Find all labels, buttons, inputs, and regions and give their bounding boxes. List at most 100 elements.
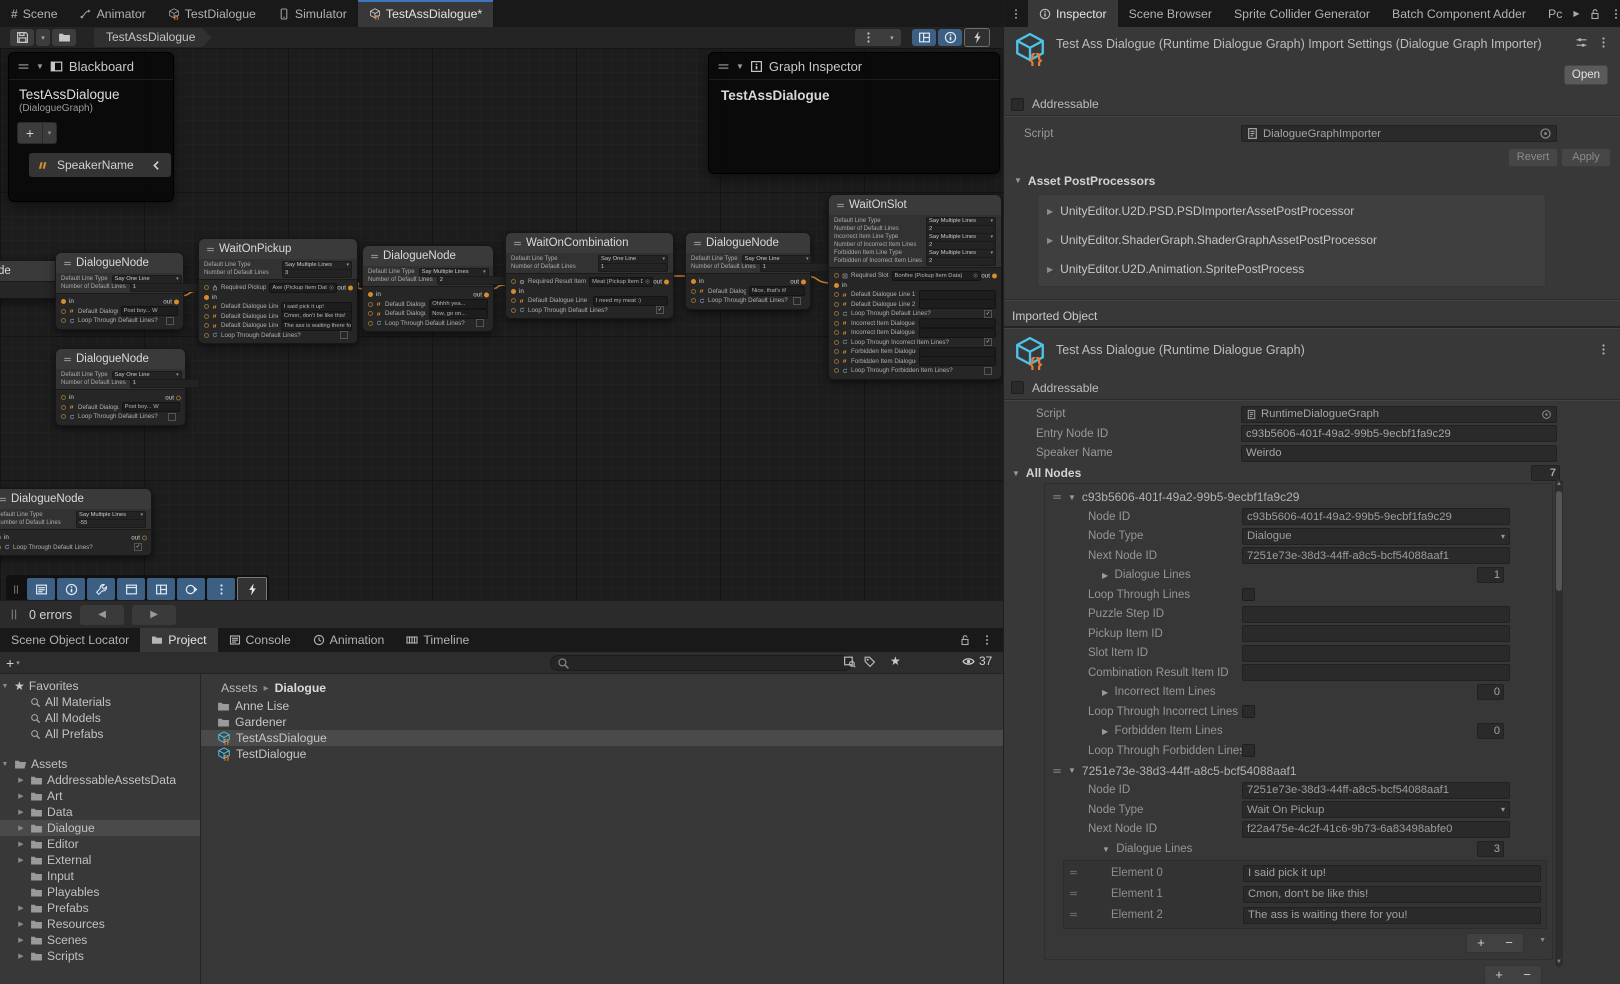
lock-icon[interactable] bbox=[959, 634, 971, 646]
port-icon[interactable] bbox=[204, 323, 209, 328]
editor-tab-simulator[interactable]: Simulator bbox=[267, 0, 358, 27]
node-title[interactable]: DialogueNode bbox=[363, 246, 493, 266]
port-icon[interactable] bbox=[61, 395, 66, 400]
port-icon[interactable] bbox=[204, 295, 209, 300]
toolbar-play-icon-button[interactable] bbox=[177, 578, 205, 600]
panel-tab-timeline[interactable]: Timeline bbox=[395, 628, 480, 652]
object-picker-icon[interactable] bbox=[1539, 127, 1552, 140]
node-object-field[interactable]: Bonfire (Pickup Item Data) bbox=[892, 271, 982, 281]
drag-handle-icon[interactable] bbox=[1052, 492, 1062, 502]
port-icon[interactable] bbox=[834, 302, 839, 307]
port-icon[interactable] bbox=[484, 292, 489, 297]
port-icon[interactable] bbox=[61, 405, 66, 410]
node-prop-field[interactable]: 1 bbox=[760, 263, 830, 272]
tree-item-scenes[interactable]: ▶Scenes bbox=[0, 932, 200, 948]
entry-foldout[interactable]: ▶ Forbidden Item Lines0 bbox=[1045, 722, 1552, 742]
port-icon[interactable] bbox=[0, 535, 1, 540]
node-title[interactable]: DialogueNode bbox=[0, 489, 151, 509]
resize-grip-icon[interactable]: ▼ bbox=[1539, 937, 1546, 944]
project-search-input[interactable] bbox=[550, 655, 852, 671]
object-picker-icon[interactable] bbox=[329, 285, 334, 290]
hidden-count-indicator[interactable]: 37 bbox=[962, 654, 992, 668]
lock-icon[interactable] bbox=[1589, 8, 1601, 20]
scroll-down-icon[interactable]: ▼ bbox=[1555, 959, 1563, 965]
foldout-arrow-icon[interactable]: ▶ bbox=[16, 792, 26, 800]
graph-node-dialoguenode[interactable]: DialogueNodeDefault Line TypeSay Multipl… bbox=[0, 488, 152, 556]
entry-checkbox[interactable] bbox=[1242, 744, 1255, 757]
inspector-scrollbar[interactable]: ▲ ▼ bbox=[1555, 479, 1563, 967]
graph-node-dialoguenode[interactable]: DialogueNodeDefault Line TypeSay Multipl… bbox=[362, 245, 494, 332]
drag-handle-icon[interactable] bbox=[1052, 766, 1062, 776]
postprocessors-foldout[interactable]: ▼ Asset PostProcessors bbox=[1004, 170, 1620, 192]
node-entry-header[interactable]: ▼7251e73e-38d3-44ff-a8c5-bcf54088aaf1 bbox=[1045, 761, 1552, 781]
port-icon[interactable] bbox=[61, 414, 66, 419]
element-field[interactable]: The ass is waiting there for you! bbox=[1243, 907, 1541, 924]
save-dropdown-button[interactable]: ▾ bbox=[36, 29, 50, 46]
blackboard-add-dropdown[interactable]: ▾ bbox=[43, 122, 57, 144]
add-node-button[interactable]: + bbox=[1495, 967, 1503, 982]
tree-item-dialogue[interactable]: ▶Dialogue bbox=[0, 820, 200, 836]
node-line-field[interactable]: I said pick it up! bbox=[281, 302, 352, 312]
graph-options-button[interactable]: ▾ bbox=[855, 29, 901, 46]
entry-field[interactable] bbox=[1242, 606, 1510, 623]
presets-icon[interactable] bbox=[1575, 36, 1588, 49]
entry-field[interactable] bbox=[1242, 625, 1510, 642]
graph-node-dialoguenode[interactable]: DialogueNodeDefault Line TypeSay One Lin… bbox=[55, 348, 186, 426]
entry-foldout[interactable]: ▶ Dialogue Lines1 bbox=[1045, 566, 1552, 586]
entry-count[interactable]: 0 bbox=[1477, 684, 1504, 700]
graph-node-waitoncombination[interactable]: WaitOnCombinationDefault Line TypeSay On… bbox=[505, 232, 674, 319]
entry-foldout[interactable]: ▶ Incorrect Item Lines0 bbox=[1045, 683, 1552, 703]
port-icon[interactable] bbox=[511, 298, 516, 303]
toolbar-info-icon-button[interactable] bbox=[57, 578, 85, 600]
revert-button[interactable]: Revert bbox=[1508, 148, 1558, 167]
kebab-icon[interactable] bbox=[1610, 8, 1620, 20]
foldout-arrow-icon[interactable]: ▶ bbox=[16, 920, 26, 928]
blackboard-toggle-button[interactable] bbox=[912, 29, 936, 46]
node-loop-checkbox[interactable] bbox=[166, 317, 174, 325]
port-icon[interactable] bbox=[142, 535, 147, 540]
port-icon[interactable] bbox=[834, 368, 839, 373]
foldout-arrow-icon[interactable]: ▶ bbox=[16, 856, 26, 864]
inspector-tab-sprite-collider-generator[interactable]: Sprite Collider Generator bbox=[1223, 0, 1381, 27]
foldout-arrow-icon[interactable]: ▶ bbox=[16, 840, 26, 848]
node-loop-checkbox[interactable]: ✓ bbox=[656, 306, 664, 314]
tree-item-all-prefabs[interactable]: All Prefabs bbox=[0, 726, 200, 742]
foldout-arrow-icon[interactable]: ▼ bbox=[1068, 766, 1076, 775]
tree-item-art[interactable]: ▶Art bbox=[0, 788, 200, 804]
previous-error-button[interactable]: ◀ bbox=[80, 605, 124, 625]
row-field[interactable]: RuntimeDialogueGraph bbox=[1241, 406, 1557, 423]
panel-tab-animation[interactable]: Animation bbox=[302, 628, 396, 652]
graph-inspector-toggle-button[interactable] bbox=[938, 29, 962, 46]
node-loop-checkbox[interactable] bbox=[984, 367, 992, 375]
drag-handle-icon[interactable] bbox=[1069, 885, 1078, 903]
postprocessor-item[interactable]: ▶UnityEditor.U2D.Animation.SpritePostPro… bbox=[1038, 255, 1545, 284]
next-error-button[interactable]: ▶ bbox=[132, 605, 176, 625]
port-icon[interactable] bbox=[176, 395, 181, 400]
entry-dropdown[interactable]: Wait On Pickup▾ bbox=[1242, 801, 1510, 818]
node-title[interactable]: WaitOnPickup bbox=[199, 239, 357, 259]
graph-inspector-header[interactable]: ▼ Graph Inspector bbox=[709, 53, 999, 80]
port-icon[interactable] bbox=[204, 333, 209, 338]
script-object-field[interactable]: DialogueGraphImporter bbox=[1241, 125, 1557, 142]
scroll-up-icon[interactable]: ▲ bbox=[1555, 481, 1563, 487]
node-entry-header[interactable]: ▼c93b5606-401f-49a2-99b5-9ecbf1fa9c29 bbox=[1045, 487, 1552, 507]
tree-item-resources[interactable]: ▶Resources bbox=[0, 916, 200, 932]
port-icon[interactable] bbox=[368, 292, 373, 297]
search-by-type-icon[interactable] bbox=[843, 655, 856, 668]
entry-field[interactable]: f22a475e-4c2f-41c6-9b73-6a83498abfe0 bbox=[1242, 821, 1510, 838]
save-button[interactable] bbox=[10, 29, 34, 46]
chevron-left-icon[interactable] bbox=[150, 159, 163, 172]
scrollbar-thumb[interactable] bbox=[1556, 491, 1562, 591]
remove-element-button[interactable]: − bbox=[1505, 935, 1513, 950]
toolbar-wrench-icon-button[interactable] bbox=[87, 578, 115, 600]
entry-checkbox[interactable] bbox=[1242, 588, 1255, 601]
graph-inspector-panel[interactable]: ▼ Graph Inspector TestAssDialogue bbox=[708, 52, 1000, 174]
postprocessor-item[interactable]: ▶UnityEditor.ShaderGraph.ShaderGraphAsse… bbox=[1038, 226, 1545, 255]
node-loop-checkbox[interactable]: ✓ bbox=[984, 338, 992, 346]
entry-field[interactable]: c93b5606-401f-49a2-99b5-9ecbf1fa9c29 bbox=[1242, 508, 1510, 525]
node-line-field[interactable]: Cmon, don't be like this! bbox=[281, 311, 352, 321]
element-field[interactable]: Cmon, don't be like this! bbox=[1243, 886, 1541, 903]
graph-canvas[interactable]: StartNodeSpeakerNameoutDialogueNodeDefau… bbox=[0, 48, 1003, 600]
blackboard-add-button[interactable]: + bbox=[17, 122, 43, 144]
breadcrumb[interactable]: TestAssDialogue bbox=[94, 28, 211, 47]
